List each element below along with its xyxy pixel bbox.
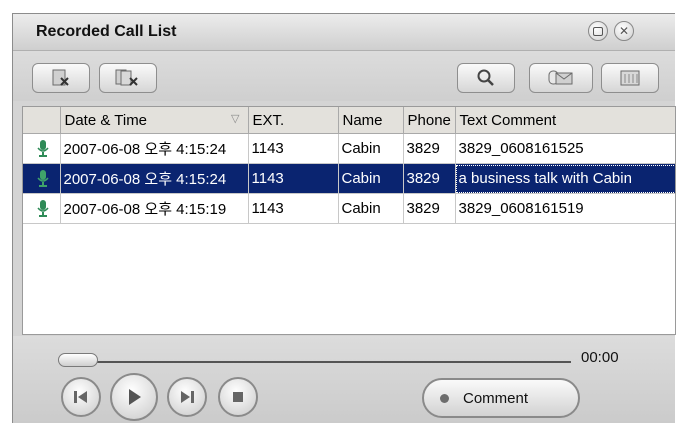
column-header-name[interactable]: Name <box>338 107 404 134</box>
progress-slider-handle[interactable] <box>58 353 98 367</box>
title-bar[interactable]: Recorded Call List ✕ <box>13 14 675 51</box>
text-comment-cell: 3829_0608161525 <box>455 133 675 164</box>
play-button[interactable] <box>110 373 158 421</box>
column-header-text-comment[interactable]: Text Comment <box>455 107 675 134</box>
delete-all-records-icon <box>115 69 138 86</box>
progress-track[interactable] <box>61 361 571 363</box>
sort-descending-icon: ▽ <box>231 112 240 125</box>
list-view-icon <box>620 70 640 86</box>
next-icon <box>181 391 194 403</box>
ext-cell: 1143 <box>248 163 339 194</box>
comment-button-label: Comment <box>463 389 529 407</box>
column-header-icon[interactable] <box>23 107 61 134</box>
table-header: Date & Time ▽ EXT. Name Phone Text Commen… <box>23 107 675 134</box>
table-row[interactable]: 2007-06-08 오후 4:15:19 1143 Cabin 3829 38… <box>23 193 675 224</box>
playback-time: 00:00 <box>581 349 619 366</box>
record-dot-icon <box>440 393 449 403</box>
column-header-ext[interactable]: EXT. <box>248 107 339 134</box>
column-header-phone[interactable]: Phone <box>403 107 456 134</box>
comment-button[interactable]: Comment <box>422 378 580 418</box>
column-header-date-time[interactable]: Date & Time ▽ <box>60 107 249 134</box>
recorded-call-list-window: Recorded Call List ✕ Date & Time ▽ EXT. … <box>12 13 676 423</box>
name-cell: Cabin <box>338 193 404 224</box>
previous-button[interactable] <box>61 377 101 417</box>
text-comment-cell[interactable]: a business talk with Cabin <box>455 163 675 194</box>
microphone-icon <box>37 139 49 157</box>
date-time-cell: 2007-06-08 오후 4:15:19 <box>60 193 249 224</box>
recording-cell <box>23 133 61 164</box>
phone-cell: 3829 <box>403 193 456 224</box>
delete-record-icon <box>52 69 69 86</box>
stop-button[interactable] <box>218 377 258 417</box>
toolbar <box>13 51 675 101</box>
search-icon <box>477 69 494 86</box>
phone-cell: 3829 <box>403 133 456 164</box>
table-row[interactable]: 2007-06-08 오후 4:15:24 1143 Cabin 3829 38… <box>23 133 675 164</box>
delete-record-button[interactable] <box>32 63 90 93</box>
send-mail-icon <box>548 70 573 85</box>
send-mail-button[interactable] <box>529 63 593 93</box>
ext-cell: 1143 <box>248 193 339 224</box>
restore-icon <box>593 26 603 36</box>
call-list[interactable]: Date & Time ▽ EXT. Name Phone Text Commen… <box>22 106 676 335</box>
recording-cell <box>23 163 61 194</box>
date-time-cell: 2007-06-08 오후 4:15:24 <box>60 133 249 164</box>
stop-icon <box>233 392 243 402</box>
next-button[interactable] <box>167 377 207 417</box>
recording-cell <box>23 193 61 224</box>
call-list-table: Date & Time ▽ EXT. Name Phone Text Commen… <box>23 107 675 224</box>
restore-button[interactable] <box>588 21 608 41</box>
microphone-icon <box>37 199 49 217</box>
column-header-label: Date & Time <box>64 111 148 129</box>
delete-all-records-button[interactable] <box>99 63 157 93</box>
phone-cell: 3829 <box>403 163 456 194</box>
close-button[interactable]: ✕ <box>614 21 634 41</box>
previous-icon <box>74 391 87 403</box>
name-cell: Cabin <box>338 133 404 164</box>
playback-panel: 00:00 Comment <box>13 336 675 423</box>
ext-cell: 1143 <box>248 133 339 164</box>
window-title: Recorded Call List <box>36 23 177 40</box>
name-cell: Cabin <box>338 163 404 194</box>
list-view-button[interactable] <box>601 63 659 93</box>
table-row-selected[interactable]: 2007-06-08 오후 4:15:24 1143 Cabin 3829 a … <box>23 163 675 194</box>
play-icon <box>129 389 141 405</box>
microphone-icon <box>37 169 49 187</box>
text-comment-cell: 3829_0608161519 <box>455 193 675 224</box>
date-time-cell: 2007-06-08 오후 4:15:24 <box>60 163 249 194</box>
close-icon: ✕ <box>618 24 630 38</box>
search-button[interactable] <box>457 63 515 93</box>
